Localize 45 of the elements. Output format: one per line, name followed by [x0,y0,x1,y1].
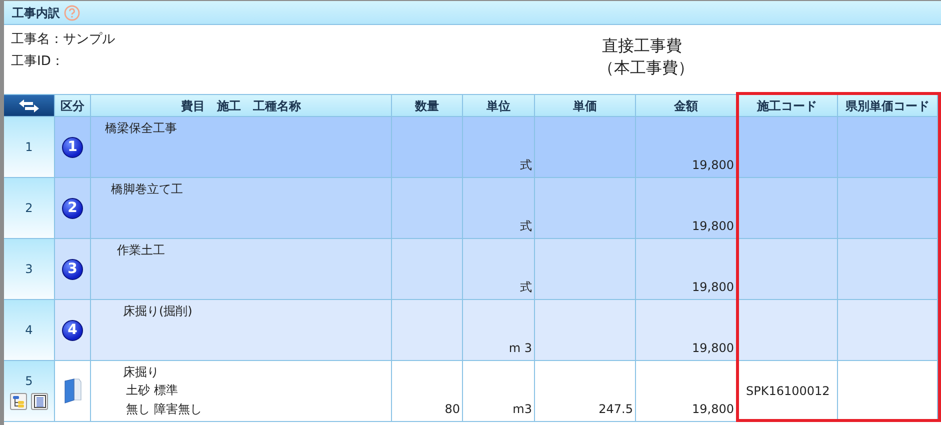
info-text: 工事名：サンプル [11,31,115,49]
unit-cell: 式 [463,117,535,178]
column-header[interactable]: 費目 施工 工種名称 [91,95,392,117]
row-number: 5 [25,373,33,390]
unit-cell: m3 [463,361,535,422]
amount-cell: 19,800 [636,178,737,239]
quantity-cell: 80 [392,361,463,422]
item-name: 橋脚巻立て工 [111,181,184,198]
hierarchy-button[interactable] [10,393,27,410]
amount-cell: 19,800 [636,239,737,300]
swap-button[interactable] [4,95,55,117]
column-header[interactable]: 単位 [463,95,535,117]
unit-cell: 式 [463,239,535,300]
list-button[interactable] [31,393,48,410]
number-badge: 4 [62,320,83,340]
number-badge: 1 [62,136,83,158]
row-number: 4 [25,322,33,339]
swap-icon [18,98,40,112]
cost-heading: 直接工事費 [602,35,682,57]
column-header[interactable]: 数量 [392,95,463,117]
document-icon [64,378,82,404]
item-name: 作業土工 [117,242,166,259]
panel-title: 工事内訳 [12,4,60,22]
column-header[interactable]: 金額 [636,95,737,117]
column-header[interactable]: 県別単価コード [838,95,938,117]
cost-heading: （本工事費） [598,57,694,79]
row-number: 2 [25,200,33,217]
unit-cell: 式 [463,178,535,239]
column-header[interactable]: 施工コード [737,95,838,117]
unit-cell: m 3 [463,300,535,361]
column-header[interactable]: 区分 [55,95,91,117]
item-name: 床掘り(掘削) [123,303,194,320]
number-badge: 3 [62,258,83,280]
item-detail: 無し 障害無し [125,401,203,418]
item-detail: 土砂 標準 [125,382,179,399]
info-text: 工事ID： [11,53,64,71]
row-number: 3 [25,261,33,278]
row-number: 1 [25,139,33,156]
number-badge: 2 [62,198,83,218]
column-header[interactable]: 単価 [535,95,636,117]
item-name: 床掘り [123,364,160,381]
item-name: 橋梁保全工事 [105,120,178,137]
amount-cell: 19,800 [636,117,737,178]
amount-cell: 19,800 [636,300,737,361]
price-cell: 247.5 [535,361,636,422]
